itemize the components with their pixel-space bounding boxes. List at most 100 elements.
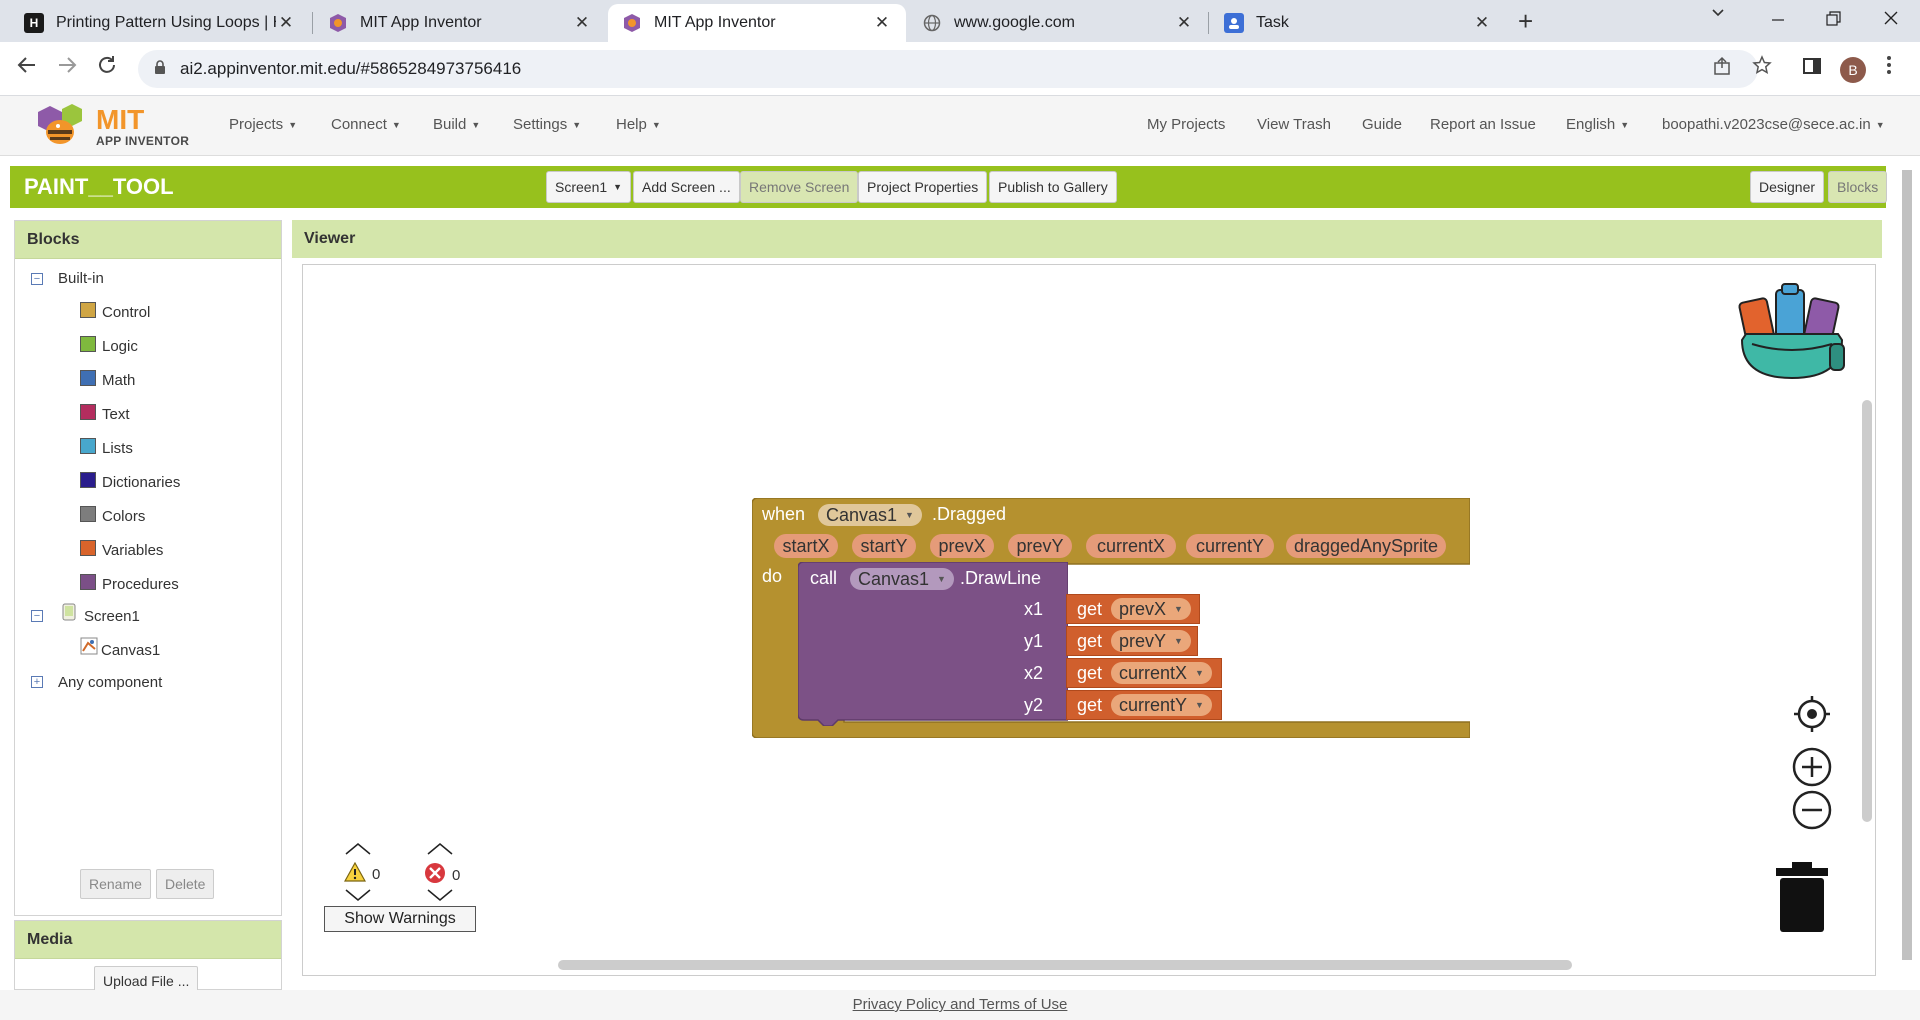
param-draggedAnySprite[interactable]: draggedAnySprite [1286,534,1446,558]
category-procedures[interactable]: Procedures [80,573,179,593]
back-icon[interactable] [16,54,38,83]
tree-label: Built-in [58,270,104,287]
category-variables[interactable]: Variables [80,539,163,559]
workspace-horizontal-scrollbar[interactable] [558,960,1572,970]
call-block-drawline[interactable]: call Canvas1 ▼ .DrawLine x1 y1 x2 y2 [798,562,1068,726]
close-tab-icon[interactable]: ✕ [1472,13,1492,33]
menu-help[interactable]: Help ▼ [616,116,661,133]
var-dropdown[interactable]: prevY ▼ [1111,630,1191,652]
event-component-dropdown[interactable]: Canvas1 ▼ [818,504,922,526]
tree-builtin[interactable]: Built-in [58,270,104,287]
link-report-issue[interactable]: Report an Issue [1430,116,1536,133]
category-math[interactable]: Math [80,369,135,389]
show-warnings-button[interactable]: Show Warnings [324,906,476,932]
param-prevX[interactable]: prevX [930,534,994,558]
close-tab-icon[interactable]: ✕ [872,13,892,33]
category-colors[interactable]: Colors [80,505,145,525]
share-icon[interactable] [1712,56,1732,82]
workspace-vertical-scrollbar[interactable] [1862,400,1872,822]
forward-icon[interactable] [56,54,78,83]
delete-button[interactable]: Delete [156,869,215,899]
browser-tab-printing-pattern[interactable]: H Printing Pattern Using Loops | H ✕ [10,4,310,42]
caret-down-icon: ▼ [288,120,298,131]
menu-language[interactable]: English ▼ [1566,116,1629,133]
category-logic[interactable]: Logic [80,335,138,355]
error-next-arrow-icon[interactable] [426,888,454,907]
minimize-icon[interactable] [1768,4,1788,40]
profile-avatar[interactable]: B [1840,57,1866,83]
collapse-icon[interactable]: − [31,273,43,285]
zoom-out-icon[interactable] [1792,790,1832,835]
reload-icon[interactable] [96,54,118,83]
app-inventor-favicon-icon [622,13,642,33]
param-prevY[interactable]: prevY [1008,534,1072,558]
get-block-currentX[interactable]: get currentX ▼ [1066,658,1222,688]
category-control[interactable]: Control [80,301,150,321]
call-component-dropdown[interactable]: Canvas1 ▼ [850,568,954,590]
browser-menu-icon[interactable] [1886,55,1892,81]
param-currentY[interactable]: currentY [1186,534,1274,558]
param-startX[interactable]: startX [774,534,838,558]
designer-button[interactable]: Designer [1750,171,1825,203]
trash-icon[interactable] [1774,862,1830,939]
browser-tab-google[interactable]: www.google.com ✕ [908,4,1208,42]
tree-screen1[interactable]: Screen1 [62,603,140,625]
browser-tab-task[interactable]: Task ✕ [1210,4,1506,42]
menu-user-account[interactable]: boopathi.v2023cse@sece.ac.in ▼ [1662,116,1885,133]
var-dropdown[interactable]: currentY ▼ [1111,694,1212,716]
publish-gallery-button[interactable]: Publish to Gallery [989,171,1117,203]
restore-icon[interactable] [1824,10,1842,34]
error-prev-arrow-icon[interactable] [426,842,454,861]
mit-app-inventor-logo[interactable]: MIT APP INVENTOR [36,102,196,150]
backpack-icon[interactable] [1738,282,1850,389]
close-tab-icon[interactable]: ✕ [572,13,592,33]
page-scrollbar[interactable] [1900,164,1914,990]
category-dictionaries[interactable]: Dictionaries [80,471,180,491]
bookmark-star-icon[interactable] [1752,55,1772,81]
geeks-favicon-icon: H [24,13,44,33]
tab-search-chevron-icon[interactable] [1710,4,1726,27]
get-block-currentY[interactable]: get currentY ▼ [1066,690,1222,720]
category-text[interactable]: Text [80,403,130,423]
param-currentX[interactable]: currentX [1086,534,1176,558]
close-tab-icon[interactable]: ✕ [276,13,296,33]
link-my-projects[interactable]: My Projects [1147,116,1225,133]
remove-screen-button[interactable]: Remove Screen [740,171,859,203]
project-properties-button[interactable]: Project Properties [858,171,988,203]
expand-icon[interactable]: + [31,676,43,688]
blocks-button[interactable]: Blocks [1828,171,1888,203]
rename-button[interactable]: Rename [80,869,151,899]
url-field[interactable]: ai2.appinventor.mit.edu/#586528497375641… [138,50,1758,88]
collapse-icon[interactable]: − [31,610,43,622]
event-name: .Dragged [932,504,1007,524]
zoom-in-icon[interactable] [1792,747,1832,792]
new-tab-icon[interactable]: + [1518,6,1533,37]
link-view-trash[interactable]: View Trash [1257,116,1331,133]
close-window-icon[interactable] [1882,9,1900,33]
var-dropdown[interactable]: currentX ▼ [1111,662,1212,684]
menu-build[interactable]: Build ▼ [433,116,480,133]
menu-connect[interactable]: Connect ▼ [331,116,401,133]
link-guide[interactable]: Guide [1362,116,1402,133]
screen-select[interactable]: Screen1 ▼ [546,171,632,203]
get-block-prevX[interactable]: get prevX ▼ [1066,594,1200,624]
var-dropdown[interactable]: prevX ▼ [1111,598,1191,620]
warning-prev-arrow-icon[interactable] [344,842,372,861]
browser-tab-app-inventor-1[interactable]: MIT App Inventor ✕ [314,4,606,42]
category-lists[interactable]: Lists [80,437,133,457]
close-tab-icon[interactable]: ✕ [1174,13,1194,33]
tree-label: Screen1 [84,608,140,625]
browser-tab-app-inventor-active[interactable]: MIT App Inventor ✕ [608,4,906,42]
tree-canvas1[interactable]: Canvas1 [80,637,160,659]
menu-projects[interactable]: Projects ▼ [229,116,297,133]
warning-next-arrow-icon[interactable] [344,888,372,907]
side-panel-icon[interactable] [1802,56,1822,82]
add-screen-button[interactable]: Add Screen ... [633,171,740,203]
get-block-prevY[interactable]: get prevY ▼ [1066,626,1198,656]
page-scrollbar-thumb[interactable] [1902,170,1912,960]
param-startY[interactable]: startY [852,534,916,558]
menu-settings[interactable]: Settings ▼ [513,116,581,133]
privacy-terms-link[interactable]: Privacy Policy and Terms of Use [853,996,1068,1013]
recenter-icon[interactable] [1792,694,1832,739]
tree-any-component[interactable]: Any component [58,674,162,691]
